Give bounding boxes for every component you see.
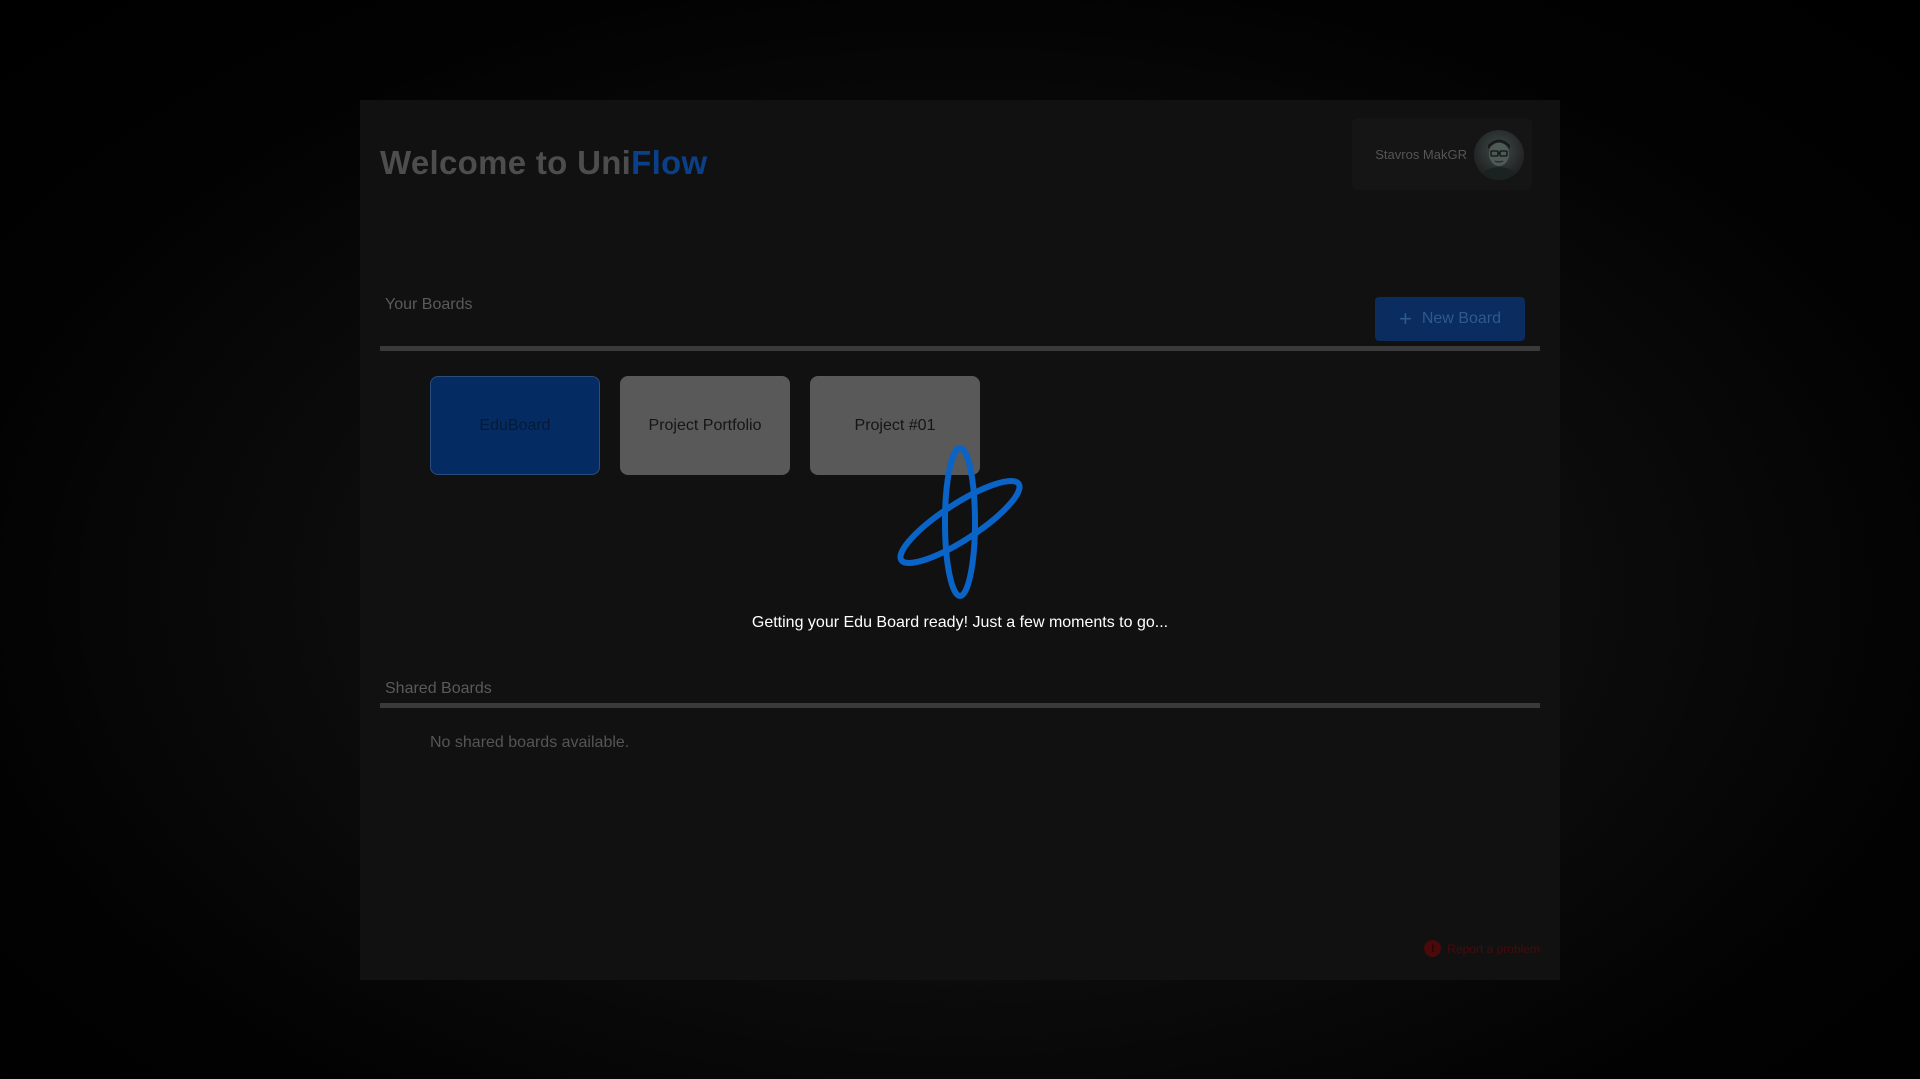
brand-name-part2: Flow bbox=[631, 144, 708, 181]
alert-icon: ! bbox=[1424, 940, 1442, 957]
shared-boards-heading: Shared Boards bbox=[385, 680, 492, 697]
board-card-label: Project Portfolio bbox=[648, 416, 762, 434]
avatar-icon bbox=[1482, 139, 1516, 180]
board-card-label: Project #01 bbox=[854, 416, 936, 434]
page-title: Welcome to UniFlow bbox=[380, 144, 707, 182]
board-card-eduboard[interactable]: EduBoard bbox=[430, 376, 600, 475]
new-board-label: New Board bbox=[1421, 310, 1501, 327]
your-boards-heading: Your Boards bbox=[385, 296, 473, 313]
shared-boards-divider bbox=[380, 703, 1540, 708]
title-prefix: Welcome to bbox=[380, 144, 578, 181]
board-card-label: EduBoard bbox=[479, 416, 551, 434]
user-name: Stavros MakGR bbox=[1375, 147, 1467, 162]
board-card-project-portfolio[interactable]: Project Portfolio bbox=[620, 376, 790, 475]
report-problem-link[interactable]: ! Report a problem bbox=[1424, 940, 1540, 957]
plus-icon: + bbox=[1398, 306, 1412, 331]
avatar[interactable] bbox=[1474, 130, 1524, 180]
shared-boards-empty-message: No shared boards available. bbox=[430, 734, 630, 751]
user-profile-chip[interactable]: Stavros MakGR bbox=[1352, 118, 1532, 190]
page-backdrop: Welcome to UniFlow Stavros MakGR Your Bo… bbox=[0, 0, 1920, 1079]
your-boards-divider bbox=[380, 346, 1540, 351]
brand-name-part1: Uni bbox=[577, 144, 632, 181]
orbit-spinner-icon bbox=[897, 445, 1023, 599]
new-board-button[interactable]: + New Board bbox=[1375, 297, 1525, 341]
report-problem-label: Report a problem bbox=[1447, 941, 1540, 956]
loading-message: Getting your Edu Board ready! Just a few… bbox=[751, 614, 1169, 631]
